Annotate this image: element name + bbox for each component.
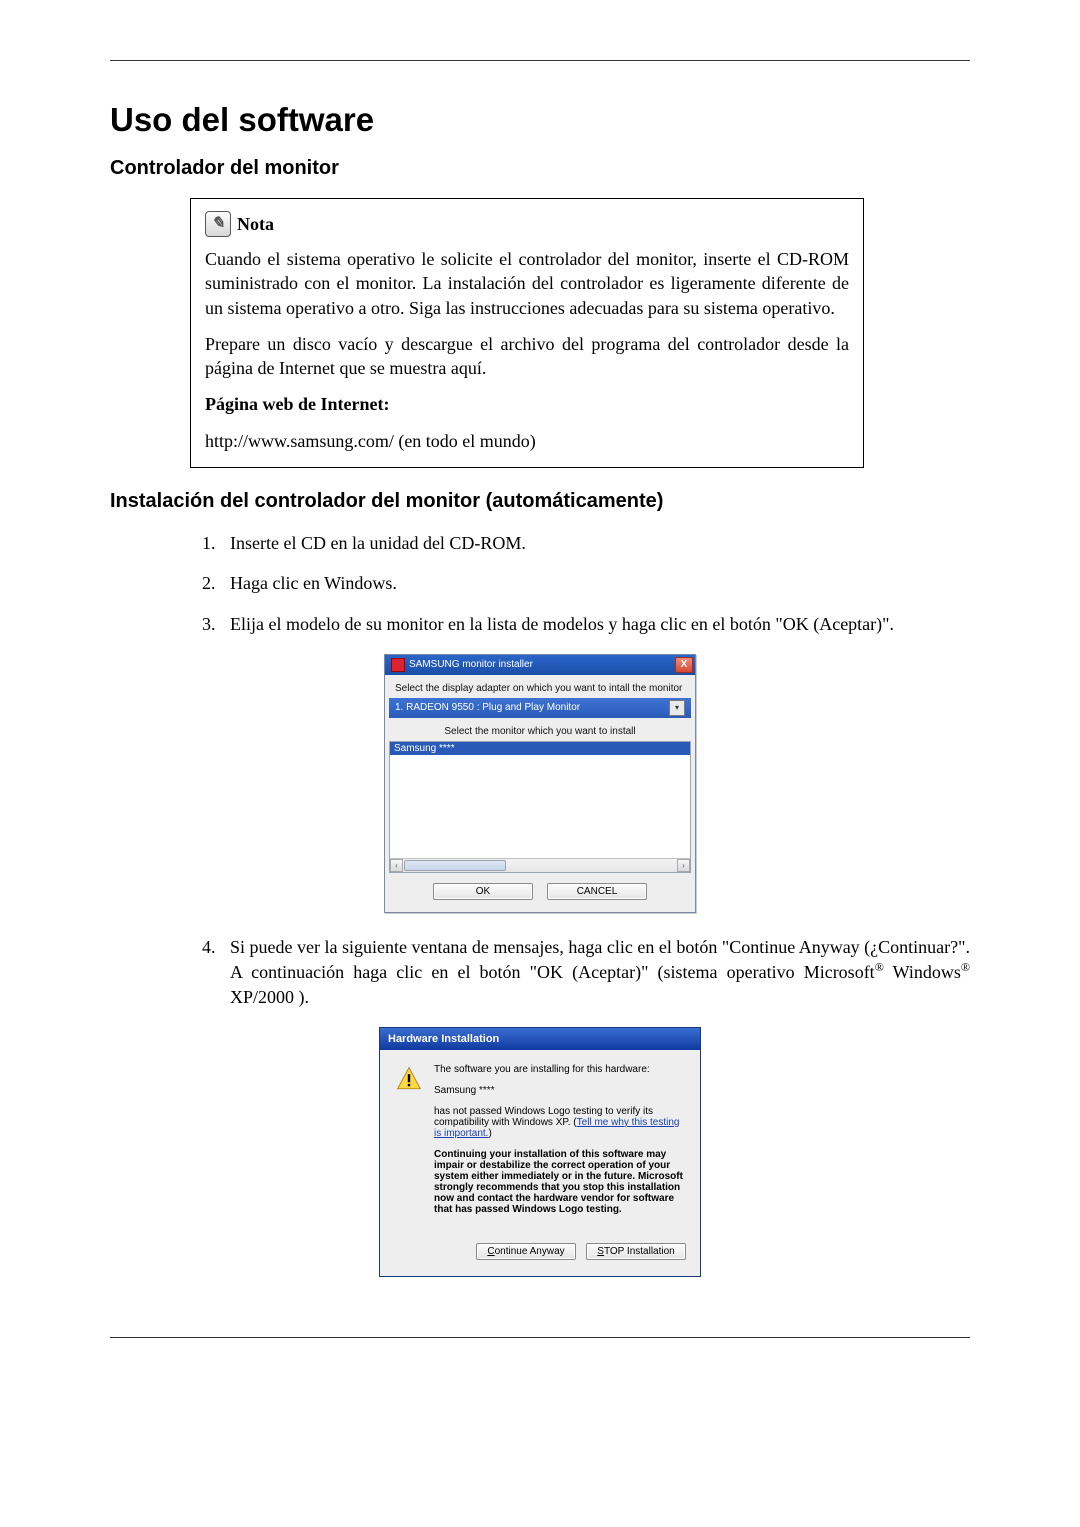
monitor-listbox-selected[interactable]: Samsung **** (390, 742, 690, 755)
steps-list-cont: Si puede ver la siguiente ventana de men… (190, 935, 970, 1009)
steps-list: Inserte el CD en la unidad del CD-ROM. H… (190, 531, 970, 636)
stop-installation-button[interactable]: STOP Installation (586, 1243, 686, 1260)
note-title-line: ✎ Nota (205, 211, 849, 237)
installer-window: SAMSUNG monitor installer X Select the d… (384, 654, 696, 913)
hardware-install-body: The software you are installing for this… (380, 1050, 700, 1237)
hw-p3: has not passed Windows Logo testing to v… (434, 1106, 684, 1139)
scroll-track[interactable] (403, 859, 677, 872)
step-4-text-b: Windows (884, 962, 961, 982)
hardware-install-window: Hardware Installation The software you a… (379, 1027, 701, 1277)
registered-mark-2: ® (961, 960, 970, 974)
note-paragraph-1: Cuando el sistema operativo le solicite … (205, 247, 849, 320)
hardware-install-title: Hardware Installation (388, 1033, 499, 1045)
section-heading-controlador: Controlador del monitor (110, 157, 970, 180)
installer-title: SAMSUNG monitor installer (409, 659, 671, 670)
step-4-text-c: XP/2000 ). (230, 987, 309, 1007)
hardware-install-button-row: Continue Anyway STOP Installation (380, 1237, 700, 1276)
continue-anyway-rest: ontinue Anyway (495, 1246, 565, 1257)
hw-p1: The software you are installing for this… (434, 1064, 684, 1075)
close-button[interactable]: X (675, 657, 693, 673)
page: Uso del software Controlador del monitor… (0, 0, 1080, 1527)
note-webpage-label: Página web de Internet: (205, 392, 849, 416)
step-2: Haga clic en Windows. (220, 571, 970, 595)
note-title: Nota (237, 212, 274, 236)
section-heading-instalacion: Instalación del controlador del monitor … (110, 490, 970, 513)
hw-p3b: ) (488, 1128, 491, 1139)
step-1: Inserte el CD en la unidad del CD-ROM. (220, 531, 970, 555)
continue-anyway-mnemonic: C (487, 1246, 494, 1257)
bottom-rule (110, 1337, 970, 1338)
ok-button[interactable]: OK (433, 883, 533, 900)
adapter-selected: 1. RADEON 9550 : Plug and Play Monitor (395, 702, 580, 713)
warning-icon (396, 1066, 422, 1092)
hardware-install-text: The software you are installing for this… (434, 1064, 684, 1225)
top-rule (110, 60, 970, 61)
installer-instruction-2: Select the monitor which you want to ins… (385, 718, 695, 741)
chevron-down-icon[interactable]: ▾ (669, 700, 685, 716)
stop-installation-rest: TOP Installation (604, 1246, 675, 1257)
stop-installation-mnemonic: S (597, 1246, 604, 1257)
installer-title-icon (391, 658, 405, 672)
screenshot-1-wrap: SAMSUNG monitor installer X Select the d… (110, 654, 970, 913)
adapter-dropdown[interactable]: 1. RADEON 9550 : Plug and Play Monitor ▾ (389, 698, 691, 718)
step-4: Si puede ver la siguiente ventana de men… (220, 935, 970, 1009)
listbox-hscrollbar[interactable]: ‹ › (390, 858, 690, 872)
monitor-listbox[interactable]: Samsung **** ‹ › (389, 741, 691, 873)
installer-instruction-1: Select the display adapter on which you … (385, 675, 695, 698)
note-box: ✎ Nota Cuando el sistema operativo le so… (190, 198, 864, 468)
note-url: http://www.samsung.com/ (en todo el mund… (205, 429, 849, 453)
screenshot-2-wrap: Hardware Installation The software you a… (110, 1027, 970, 1277)
note-paragraph-2: Prepare un disco vacío y descargue el ar… (205, 332, 849, 381)
installer-titlebar: SAMSUNG monitor installer X (385, 655, 695, 675)
hardware-install-titlebar: Hardware Installation (380, 1028, 700, 1050)
scroll-left-button[interactable]: ‹ (390, 859, 403, 872)
installer-button-row: OK CANCEL (385, 873, 695, 912)
hw-p4: Continuing your installation of this sof… (434, 1149, 684, 1215)
note-icon: ✎ (205, 211, 231, 237)
scroll-right-button[interactable]: › (677, 859, 690, 872)
hw-p2: Samsung **** (434, 1085, 684, 1096)
registered-mark-1: ® (875, 960, 884, 974)
cancel-button[interactable]: CANCEL (547, 883, 647, 900)
step-3: Elija el modelo de su monitor en la list… (220, 612, 970, 636)
step-4-text-a: Si puede ver la siguiente ventana de men… (230, 937, 970, 982)
continue-anyway-button[interactable]: Continue Anyway (476, 1243, 576, 1260)
scroll-thumb[interactable] (404, 860, 506, 871)
page-title: Uso del software (110, 101, 970, 139)
